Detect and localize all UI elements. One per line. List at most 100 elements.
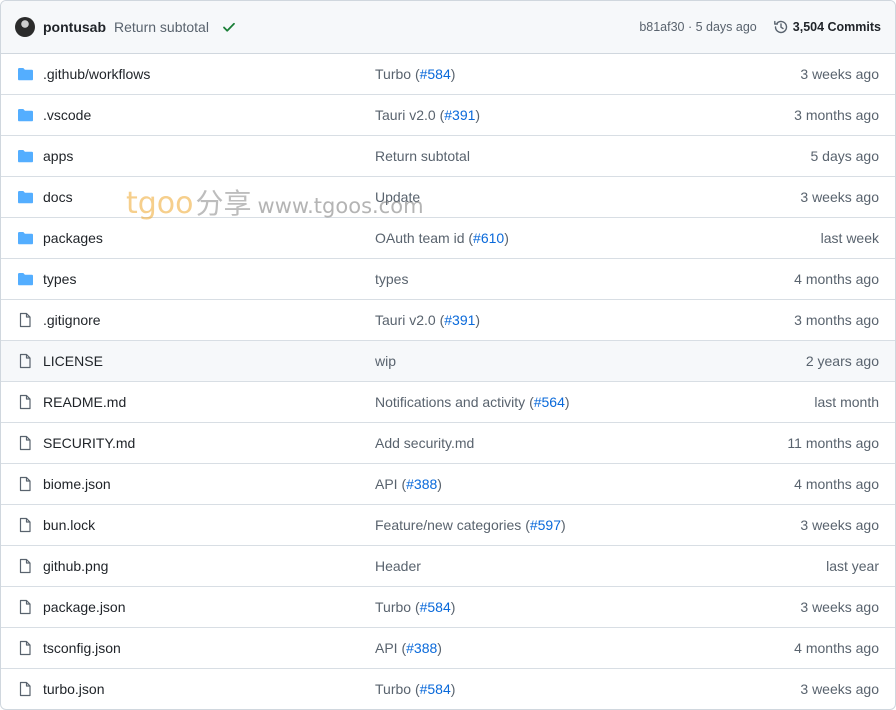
commit-message-link[interactable]: Return subtotal xyxy=(375,148,470,164)
file-icon xyxy=(17,353,34,369)
commit-text-close: ) xyxy=(450,599,456,615)
file-row[interactable]: .github/workflows Turbo (#584) 3 weeks ago xyxy=(1,54,895,95)
commit-message-link[interactable]: wip xyxy=(375,353,396,369)
commit-message-link[interactable]: Header xyxy=(375,558,421,574)
file-name-link[interactable]: apps xyxy=(43,148,73,164)
file-name-link[interactable]: packages xyxy=(43,230,103,246)
commit-message-link[interactable]: Tauri v2.0 (#391) xyxy=(375,107,480,123)
file-row[interactable]: SECURITY.md Add security.md 11 months ago xyxy=(1,423,895,464)
commit-text: API ( xyxy=(375,640,407,656)
last-updated: 5 days ago xyxy=(810,148,880,164)
file-name-link[interactable]: biome.json xyxy=(43,476,111,492)
pull-request-link[interactable]: #584 xyxy=(420,681,451,697)
commit-text: Header xyxy=(375,558,421,574)
commit-message-link[interactable]: Turbo (#584) xyxy=(375,66,455,82)
commit-message-link[interactable]: Tauri v2.0 (#391) xyxy=(375,312,480,328)
file-row[interactable]: docs Update 3 weeks ago xyxy=(1,177,895,218)
last-updated: 4 months ago xyxy=(794,640,879,656)
pull-request-link[interactable]: #391 xyxy=(444,312,475,328)
commit-text-close: ) xyxy=(564,394,570,410)
folder-icon xyxy=(17,271,34,287)
file-name-link[interactable]: LICENSE xyxy=(43,353,103,369)
file-name-link[interactable]: github.png xyxy=(43,558,108,574)
commit-author[interactable]: pontusab xyxy=(43,19,106,35)
commit-message-link[interactable]: Feature/new categories (#597) xyxy=(375,517,566,533)
file-row[interactable]: turbo.json Turbo (#584) 3 weeks ago xyxy=(1,669,895,709)
file-name-link[interactable]: SECURITY.md xyxy=(43,435,135,451)
commit-text-close: ) xyxy=(561,517,566,533)
commit-message-link[interactable]: OAuth team id (#610) xyxy=(375,230,509,246)
commit-message-link[interactable]: Turbo (#584) xyxy=(375,681,455,697)
last-updated: last week xyxy=(820,230,879,246)
commits-link[interactable]: 3,504 Commits xyxy=(773,19,881,35)
file-icon xyxy=(17,640,34,656)
commit-text: Tauri v2.0 ( xyxy=(375,312,445,328)
file-icon xyxy=(17,435,34,451)
file-name-link[interactable]: bun.lock xyxy=(43,517,95,533)
history-icon xyxy=(773,20,787,34)
file-row[interactable]: package.json Turbo (#584) 3 weeks ago xyxy=(1,587,895,628)
file-name-link[interactable]: tsconfig.json xyxy=(43,640,121,656)
commit-message-link[interactable]: types xyxy=(375,271,408,287)
file-name-link[interactable]: docs xyxy=(43,189,73,205)
file-row[interactable]: .vscode Tauri v2.0 (#391) 3 months ago xyxy=(1,95,895,136)
last-updated: 3 weeks ago xyxy=(800,599,879,615)
file-icon xyxy=(17,558,34,574)
last-updated: 11 months ago xyxy=(787,435,879,451)
commit-message-link[interactable]: Notifications and activity (#564) xyxy=(375,394,570,410)
file-name-link[interactable]: .gitignore xyxy=(43,312,101,328)
file-name-link[interactable]: .vscode xyxy=(43,107,91,123)
file-row[interactable]: tsconfig.json API (#388) 4 months ago xyxy=(1,628,895,669)
commit-text-close: ) xyxy=(475,107,481,123)
pull-request-link[interactable]: #388 xyxy=(406,476,437,492)
pull-request-link[interactable]: #597 xyxy=(530,517,561,533)
file-name-link[interactable]: package.json xyxy=(43,599,126,615)
file-icon xyxy=(17,476,34,492)
commit-text: Update xyxy=(375,189,421,205)
commit-message-link[interactable]: Add security.md xyxy=(375,435,474,451)
file-name-link[interactable]: turbo.json xyxy=(43,681,104,697)
pull-request-link[interactable]: #584 xyxy=(420,599,451,615)
last-updated: last year xyxy=(826,558,879,574)
check-icon[interactable] xyxy=(221,19,237,35)
commit-message-link[interactable]: API (#388) xyxy=(375,640,442,656)
last-updated: 3 weeks ago xyxy=(800,681,879,697)
pull-request-link[interactable]: #388 xyxy=(406,640,437,656)
file-row[interactable]: bun.lock Feature/new categories (#597) 3 w… xyxy=(1,505,895,546)
commit-message-link[interactable]: Update xyxy=(375,189,420,205)
commit-text-close: ) xyxy=(450,66,456,82)
commit-text-close: ) xyxy=(437,640,442,656)
file-row[interactable]: apps Return subtotal 5 days ago xyxy=(1,136,895,177)
commit-text: API ( xyxy=(375,476,407,492)
pull-request-link[interactable]: #391 xyxy=(444,107,475,123)
file-name-link[interactable]: README.md xyxy=(43,394,126,410)
latest-commit-bar: pontusab Return subtotal b81af30 · 5 day… xyxy=(1,1,895,54)
pull-request-link[interactable]: #564 xyxy=(534,394,565,410)
last-updated: 4 months ago xyxy=(794,271,879,287)
pull-request-link[interactable]: #584 xyxy=(420,66,451,82)
folder-icon xyxy=(17,66,34,82)
file-row[interactable]: README.md Notifications and activity (#56… xyxy=(1,382,895,423)
file-row[interactable]: packages OAuth team id (#610) last week xyxy=(1,218,895,259)
file-name-link[interactable]: types xyxy=(43,271,76,287)
avatar[interactable] xyxy=(15,17,35,37)
last-updated: 3 months ago xyxy=(794,312,879,328)
commit-message-link[interactable]: Turbo (#584) xyxy=(375,599,455,615)
last-updated: 4 months ago xyxy=(794,476,879,492)
pull-request-link[interactable]: #610 xyxy=(473,230,504,246)
folder-icon xyxy=(17,230,34,246)
file-name-link[interactable]: .github/workflows xyxy=(43,66,150,82)
commit-message-link[interactable]: API (#388) xyxy=(375,476,442,492)
file-icon xyxy=(17,312,34,328)
last-updated: last month xyxy=(814,394,879,410)
folder-icon xyxy=(17,107,34,123)
file-row[interactable]: github.png Header last year xyxy=(1,546,895,587)
commit-sha-time[interactable]: b81af30 · 5 days ago xyxy=(639,20,756,34)
file-row[interactable]: .gitignore Tauri v2.0 (#391) 3 months ago xyxy=(1,300,895,341)
commit-text-close: ) xyxy=(504,230,509,246)
commit-text: Add security.md xyxy=(375,435,475,451)
file-row[interactable]: LICENSE wip 2 years ago xyxy=(1,341,895,382)
file-row[interactable]: types types 4 months ago xyxy=(1,259,895,300)
file-row[interactable]: biome.json API (#388) 4 months ago xyxy=(1,464,895,505)
commit-message[interactable]: Return subtotal xyxy=(114,19,209,35)
